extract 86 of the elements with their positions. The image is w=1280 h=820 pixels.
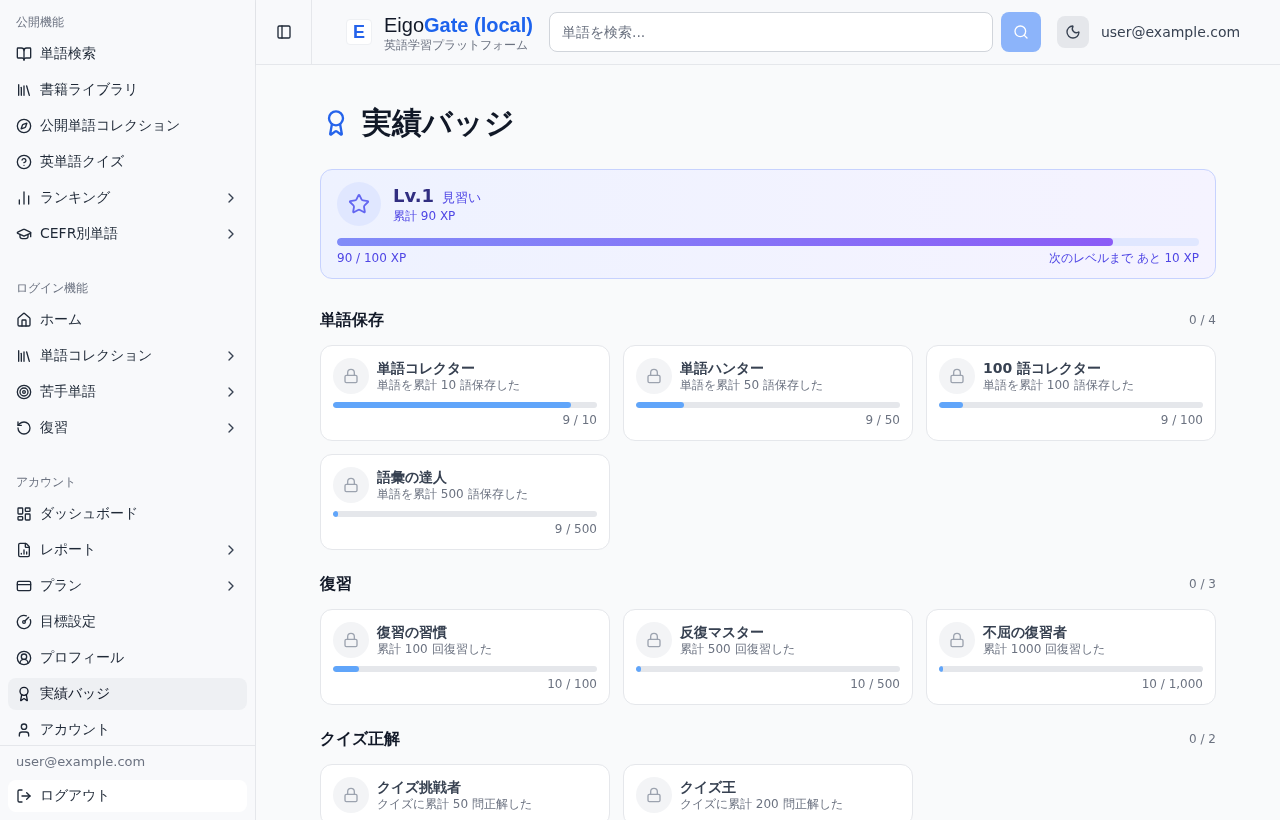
sidebar-item[interactable]: 復習 xyxy=(8,412,247,444)
award-icon xyxy=(16,686,32,702)
sidebar-group-label: 公開機能 xyxy=(16,13,64,31)
library-icon xyxy=(16,82,32,98)
moon-icon xyxy=(1064,24,1081,40)
sidebar-item[interactable]: ホーム xyxy=(8,304,247,336)
graduation-cap-icon xyxy=(16,226,32,242)
user-circle-icon xyxy=(16,650,32,666)
xp-remaining-text: 次のレベルまで あと 10 XP xyxy=(1048,250,1199,266)
badge-title: クイズ王 xyxy=(680,778,737,796)
home-icon xyxy=(16,312,32,328)
app-logo[interactable]: E xyxy=(346,19,372,45)
section-title: 単語保存 xyxy=(320,309,384,331)
sidebar-item[interactable]: ランキング xyxy=(8,182,247,214)
sidebar-item[interactable]: 書籍ライブラリ xyxy=(8,74,247,106)
sidebar-item[interactable]: ダッシュボード xyxy=(8,498,247,530)
badge-title: 単語ハンター xyxy=(680,359,765,377)
page-title: 実績バッジ xyxy=(362,105,515,141)
sidebar-group-label: アカウント xyxy=(16,473,76,491)
badge-title: 復習の習慣 xyxy=(377,623,448,641)
sidebar-item[interactable]: 苦手単語 xyxy=(8,376,247,408)
badge-title: 単語コレクター xyxy=(377,359,476,377)
badge-title: 語彙の達人 xyxy=(377,468,448,486)
sidebar-item[interactable]: CEFR別単語 xyxy=(8,218,247,250)
bar-chart-icon xyxy=(16,190,32,206)
rotate-arrow-icon xyxy=(16,420,32,436)
badge-description: クイズに累計 50 問正解した xyxy=(377,796,532,812)
badge-description: 単語を累計 100 語保存した xyxy=(983,377,1134,393)
logout-button[interactable]: ログアウト xyxy=(8,780,247,812)
progress-text: 10 / 100 xyxy=(547,676,597,692)
badge-count: 0 / 2 xyxy=(1189,732,1216,746)
search-input[interactable]: 単語を検索... xyxy=(548,12,993,52)
credit-card-icon xyxy=(16,578,32,594)
user-email: user@example.com xyxy=(15,754,147,770)
sidebar-item[interactable]: アカウント xyxy=(8,714,247,745)
badge-title: 不屈の復習者 xyxy=(983,623,1068,641)
badge-title: クイズ挑戦者 xyxy=(377,778,462,796)
section-title: クイズ正解 xyxy=(320,728,400,750)
help-circle-icon xyxy=(16,154,32,170)
sidebar-group-label: ログイン機能 xyxy=(16,279,88,297)
dashboard-icon xyxy=(16,506,32,522)
badge-title: 100 語コレクター xyxy=(983,359,1103,377)
sidebar-item[interactable]: 単語コレクション xyxy=(8,340,247,372)
sidebar-item[interactable]: 公開単語コレクション xyxy=(8,110,247,142)
badge-description: 単語を累計 10 語保存した xyxy=(377,377,520,393)
gauge-icon xyxy=(16,614,32,630)
level-label: Lv.1 xyxy=(393,184,435,208)
badge-count: 0 / 4 xyxy=(1189,313,1216,327)
theme-toggle-button[interactable] xyxy=(1056,16,1089,48)
badge-description: 累計 500 回復習した xyxy=(680,641,795,657)
file-chart-icon xyxy=(16,542,32,558)
sidebar-item[interactable]: レポート xyxy=(8,534,247,566)
badge-description: 単語を累計 50 語保存した xyxy=(680,377,823,393)
app-tagline: 英語学習プラットフォーム xyxy=(384,38,529,52)
user-icon xyxy=(16,722,32,738)
badge-count: 0 / 3 xyxy=(1189,577,1216,591)
progress-text: 10 / 1,000 xyxy=(1141,676,1203,692)
sidebar-item[interactable]: 単語検索 xyxy=(8,38,247,70)
user-email[interactable]: user@example.com xyxy=(1100,24,1241,40)
target-icon xyxy=(16,384,32,400)
search-icon xyxy=(1012,24,1029,40)
progress-text: 10 / 500 xyxy=(850,676,900,692)
sidebar-item[interactable]: プラン xyxy=(8,570,247,602)
sidebar-item[interactable]: 目標設定 xyxy=(8,606,247,638)
progress-text: 9 / 100 xyxy=(1160,412,1203,428)
library-icon xyxy=(16,348,32,364)
badge-description: 累計 1000 回復習した xyxy=(983,641,1106,657)
total-xp: 累計 90 XP xyxy=(393,208,457,224)
rank-label: 見習い xyxy=(442,189,482,207)
sidebar-item[interactable]: 英単語クイズ xyxy=(8,146,247,178)
progress-text: 9 / 10 xyxy=(562,412,597,428)
book-open-icon xyxy=(16,46,32,62)
progress-text: 9 / 500 xyxy=(554,521,597,537)
xp-progress-text: 90 / 100 XP xyxy=(337,250,407,266)
badge-description: 累計 100 回復習した xyxy=(377,641,492,657)
sidebar-item[interactable]: 実績バッジ xyxy=(8,678,247,710)
compass-icon xyxy=(16,118,32,134)
badge-description: 単語を累計 500 語保存した xyxy=(377,486,528,502)
app-title[interactable]: EigoGate (local) xyxy=(384,14,533,37)
logout-icon xyxy=(16,788,32,804)
section-title: 復習 xyxy=(320,573,352,595)
badge-title: 反復マスター xyxy=(680,623,765,641)
panel-left-icon xyxy=(275,24,292,40)
badge-description: クイズに累計 200 問正解した xyxy=(680,796,843,812)
progress-text: 9 / 50 xyxy=(865,412,900,428)
sidebar-item[interactable]: プロフィール xyxy=(8,642,247,674)
